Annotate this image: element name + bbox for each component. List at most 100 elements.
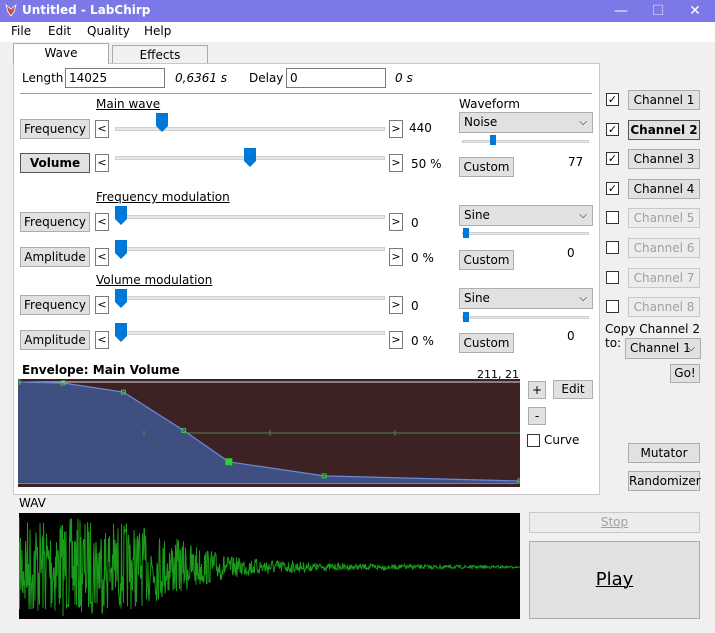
envelope-editor[interactable] — [18, 379, 520, 487]
fm-frequency-track — [115, 215, 385, 219]
main-volume-decrease[interactable]: < — [95, 154, 109, 172]
envelope-remove-point-button[interactable]: - — [528, 407, 546, 425]
vm-frequency-button[interactable]: Frequency — [20, 295, 90, 315]
vm-amplitude-increase[interactable]: > — [389, 331, 403, 349]
minimize-button[interactable]: — — [604, 0, 638, 22]
copy-target-selected: Channel 1 — [630, 341, 691, 355]
vm-waveform-slider[interactable] — [463, 312, 469, 322]
fm-frequency-slider[interactable] — [115, 206, 127, 225]
length-label: Length — [22, 71, 64, 85]
channel-2-button[interactable]: Channel 2 — [628, 119, 700, 140]
channel-3-button[interactable]: Channel 3 — [628, 149, 700, 170]
fm-waveform-track — [462, 232, 589, 235]
vm-custom-button[interactable]: Custom — [459, 333, 514, 353]
length-seconds: 0,6361 s — [175, 71, 228, 85]
envelope-point[interactable] — [225, 458, 233, 466]
channel-5-checkbox[interactable] — [606, 211, 619, 225]
copy-target-select[interactable]: Channel 1 ⌵ — [625, 338, 701, 359]
fm-waveform-value: 0 — [567, 246, 575, 260]
curve-checkbox[interactable] — [527, 434, 540, 447]
channel-5-button[interactable]: Channel 5 — [628, 208, 700, 229]
envelope-add-point-button[interactable]: + — [528, 381, 546, 399]
vm-frequency-value: 0 — [411, 299, 419, 313]
waveform-custom-button[interactable]: Custom — [459, 157, 514, 177]
vm-waveform-selected: Sine — [464, 291, 490, 305]
fm-frequency-increase[interactable]: > — [389, 213, 403, 231]
channel-4-checkbox[interactable]: ✓ — [606, 181, 619, 195]
vm-frequency-slider[interactable] — [115, 289, 127, 308]
menu-quality[interactable]: Quality — [87, 24, 130, 38]
delay-label: Delay — [249, 71, 284, 85]
fm-amplitude-button[interactable]: Amplitude — [20, 247, 90, 267]
vm-frequency-decrease[interactable]: < — [95, 296, 109, 314]
tab-effects[interactable]: Effects — [112, 45, 208, 65]
menu-file[interactable]: File — [11, 24, 31, 38]
curve-label: Curve — [544, 433, 580, 447]
randomizer-button[interactable]: Randomizer — [628, 471, 701, 491]
waveform-heading: Waveform — [459, 97, 520, 111]
chevron-down-icon: ⌵ — [579, 117, 587, 128]
go-button[interactable]: Go! — [670, 364, 700, 383]
vm-amplitude-button[interactable]: Amplitude — [20, 330, 90, 350]
vm-waveform-track — [462, 316, 589, 319]
title-bar: Untitled - LabChirp — ☐ ✕ — [0, 0, 715, 22]
channel-8-checkbox[interactable] — [606, 300, 619, 314]
fm-custom-button[interactable]: Custom — [459, 250, 514, 270]
vm-waveform-select[interactable]: Sine ⌵ — [459, 288, 593, 309]
vm-amplitude-track — [115, 331, 385, 335]
menu-edit[interactable]: Edit — [48, 24, 71, 38]
fm-amplitude-increase[interactable]: > — [389, 248, 403, 266]
channel-3-checkbox[interactable]: ✓ — [606, 152, 619, 166]
vm-amplitude-slider[interactable] — [115, 323, 127, 342]
delay-input[interactable]: 0 — [286, 68, 386, 88]
main-frequency-slider[interactable] — [156, 113, 169, 132]
play-button[interactable]: Play — [529, 541, 700, 619]
fm-amplitude-track — [115, 247, 385, 251]
mutator-button[interactable]: Mutator — [628, 443, 700, 463]
fm-waveform-selected: Sine — [464, 208, 490, 222]
main-wave-heading: Main wave — [96, 97, 161, 111]
main-volume-increase[interactable]: > — [389, 154, 403, 172]
menu-help[interactable]: Help — [144, 24, 171, 38]
envelope-edit-button[interactable]: Edit — [553, 380, 593, 399]
channel-7-checkbox[interactable] — [606, 270, 619, 284]
channel-4-button[interactable]: Channel 4 — [628, 178, 700, 199]
channel-2-checkbox[interactable]: ✓ — [606, 122, 619, 136]
play-label: Play — [595, 569, 634, 590]
waveform-select[interactable]: Noise ⌵ — [459, 112, 593, 133]
maximize-button[interactable]: ☐ — [641, 0, 675, 22]
fm-waveform-slider[interactable] — [463, 228, 469, 238]
main-volume-slider[interactable] — [244, 148, 256, 167]
close-button[interactable]: ✕ — [678, 0, 712, 22]
channel-1-checkbox[interactable]: ✓ — [606, 93, 619, 106]
main-volume-value: 50 % — [411, 157, 442, 171]
chevron-down-icon: ⌵ — [579, 293, 587, 304]
fm-waveform-select[interactable]: Sine ⌵ — [459, 205, 593, 226]
main-frequency-increase[interactable]: > — [389, 120, 403, 138]
stop-button[interactable]: Stop — [529, 512, 700, 533]
main-volume-button[interactable]: Volume — [20, 153, 90, 173]
waveform-slider[interactable] — [490, 135, 497, 145]
channel-6-button[interactable]: Channel 6 — [628, 238, 700, 258]
fm-amplitude-slider[interactable] — [115, 240, 127, 259]
main-frequency-decrease[interactable]: < — [95, 120, 109, 138]
envelope-title: Envelope: Main Volume — [22, 363, 180, 377]
fm-frequency-button[interactable]: Frequency — [20, 212, 90, 232]
menu-bar: File Edit Quality Help — [0, 22, 715, 42]
main-frequency-button[interactable]: Frequency — [20, 119, 90, 139]
channel-6-checkbox[interactable] — [606, 241, 619, 254]
channel-7-button[interactable]: Channel 7 — [628, 267, 700, 288]
vm-frequency-increase[interactable]: > — [389, 296, 403, 314]
fm-frequency-value: 0 — [411, 216, 419, 230]
vm-amplitude-decrease[interactable]: < — [95, 331, 109, 349]
tab-wave[interactable]: Wave — [13, 43, 109, 64]
vm-frequency-track — [115, 296, 385, 300]
fm-frequency-decrease[interactable]: < — [95, 213, 109, 231]
length-input[interactable]: 14025 — [65, 68, 165, 88]
delay-seconds: 0 s — [395, 71, 413, 85]
channel-8-button[interactable]: Channel 8 — [628, 297, 700, 318]
channel-1-button[interactable]: Channel 1 — [628, 90, 700, 110]
main-frequency-value[interactable]: 440 — [409, 120, 453, 136]
fm-amplitude-decrease[interactable]: < — [95, 248, 109, 266]
app-icon — [5, 3, 17, 17]
